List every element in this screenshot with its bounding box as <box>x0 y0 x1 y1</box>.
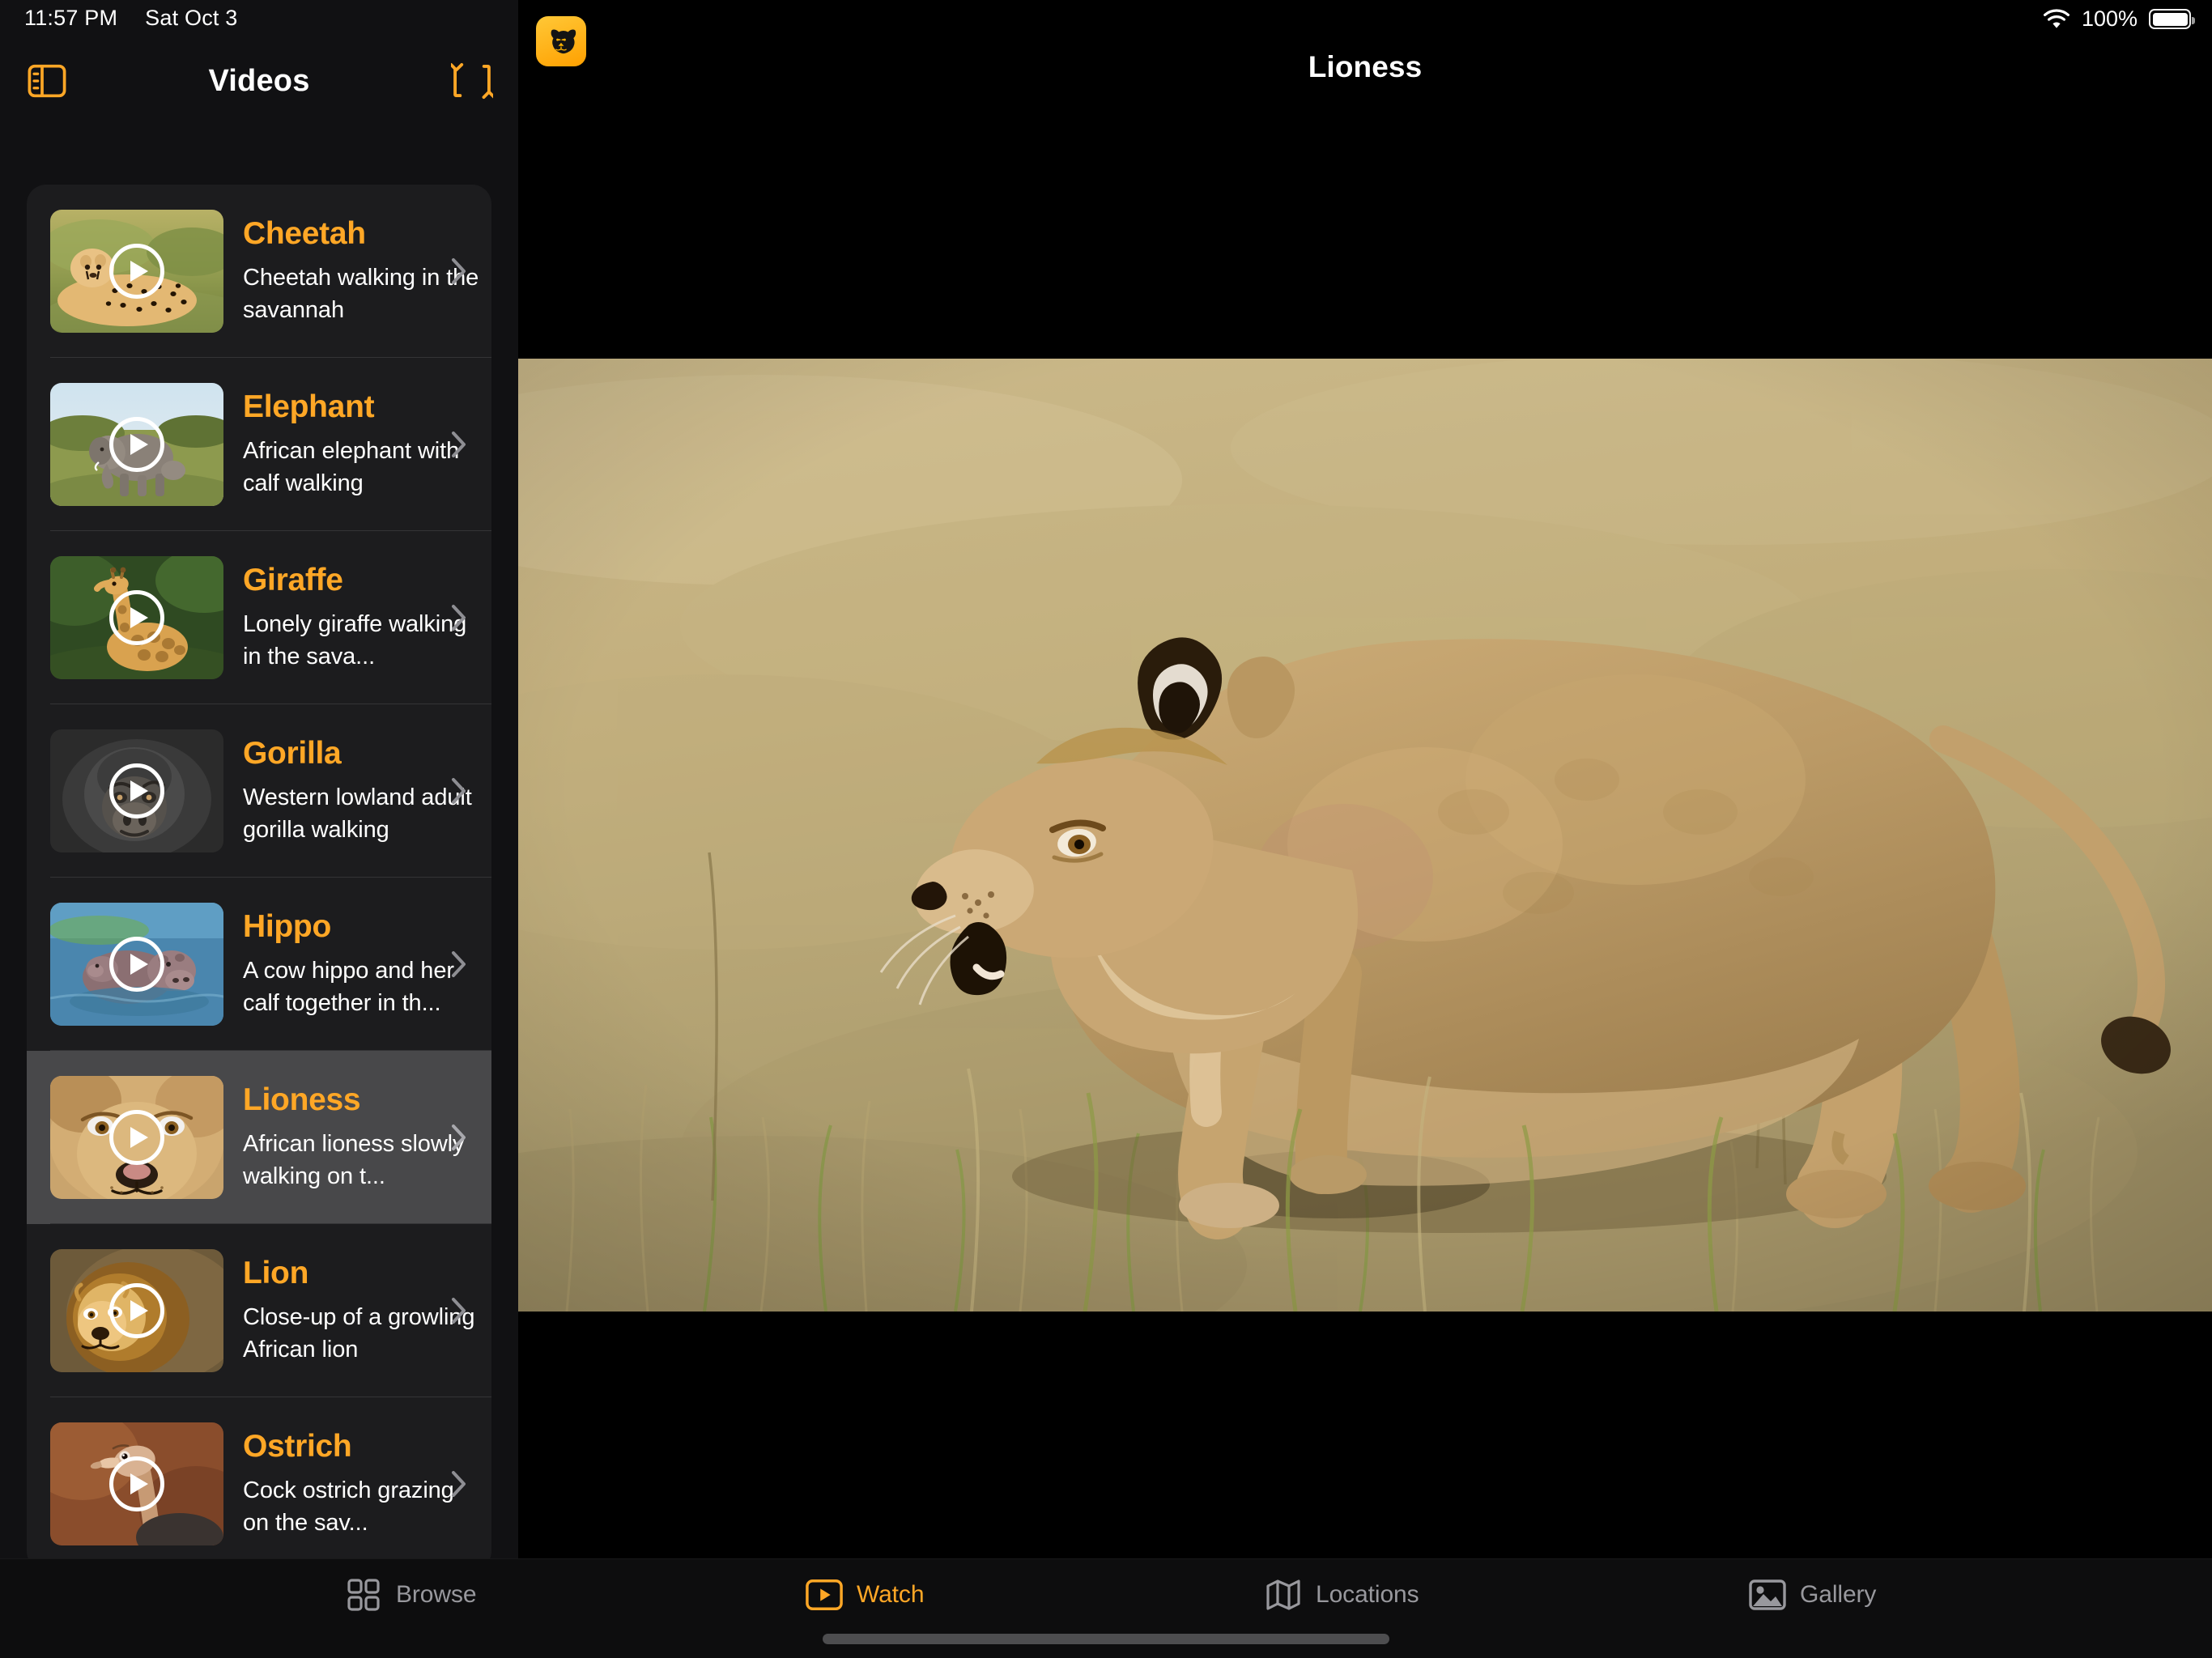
sidebar-header: Videos <box>0 42 518 120</box>
lioness-thumbnail[interactable] <box>50 1076 223 1199</box>
list-item-title: Giraffe <box>243 563 343 598</box>
lion-thumbnail[interactable] <box>50 1249 223 1372</box>
play-icon[interactable] <box>109 1283 164 1338</box>
lioness-video-player[interactable] <box>518 359 2212 1312</box>
list-item[interactable]: Lioness African lioness slowly walking o… <box>27 1051 491 1224</box>
play-icon[interactable] <box>109 763 164 818</box>
list-item[interactable]: Ostrich Cock ostrich grazing on the sav.… <box>27 1397 491 1558</box>
tab-label: Locations <box>1316 1581 1419 1608</box>
list-item-description: Cock ostrich grazing on the sav... <box>243 1477 454 1536</box>
ostrich-thumbnail[interactable] <box>50 1422 223 1545</box>
play-icon[interactable] <box>109 244 164 299</box>
list-item-description: African elephant with calf walking <box>243 437 460 496</box>
cheetah-thumbnail[interactable] <box>50 210 223 333</box>
list-item[interactable]: Hippo A cow hippo and her calf together … <box>27 878 491 1051</box>
play-icon[interactable] <box>109 1456 164 1511</box>
detail-pane: Lioness <box>518 0 2212 1658</box>
chevron-right-icon <box>451 431 467 458</box>
video-list-card: Cheetah Cheetah walking in the savannah <box>27 185 491 1558</box>
status-date: Sat Oct 3 <box>145 6 238 30</box>
list-item-title: Lion <box>243 1256 309 1291</box>
list-item-title: Cheetah <box>243 216 366 252</box>
tab-label: Browse <box>396 1581 477 1608</box>
status-time: 11:57 PM <box>24 6 118 30</box>
ipad-screen: 11:57 PM Sat Oct 3 100% Videos Cheetah C… <box>0 0 2212 1658</box>
refresh-button[interactable] <box>449 57 496 104</box>
detail-title: Lioness <box>1308 50 1423 83</box>
list-item-description: A cow hippo and her calf together in th.… <box>243 957 454 1016</box>
wifi-icon <box>2043 8 2070 30</box>
chevron-right-icon <box>451 1124 467 1151</box>
tab-browse[interactable]: Browse <box>345 1576 477 1613</box>
status-bar-left: 11:57 PM Sat Oct 3 <box>24 6 238 31</box>
photo-icon <box>1749 1576 1786 1613</box>
play-icon[interactable] <box>109 1110 164 1165</box>
list-item[interactable]: Lion Close-up of a growling African lion <box>27 1224 491 1397</box>
list-item-title: Ostrich <box>243 1429 352 1465</box>
list-item-description: Western lowland adult gorilla walking <box>243 784 472 843</box>
tab-label: Gallery <box>1800 1581 1877 1608</box>
list-item[interactable]: Giraffe Lonely giraffe walking in the sa… <box>27 531 491 704</box>
list-item-title: Hippo <box>243 909 331 945</box>
list-item-title: Gorilla <box>243 736 342 772</box>
giraffe-thumbnail[interactable] <box>50 556 223 679</box>
chevron-right-icon <box>451 1470 467 1498</box>
list-item[interactable]: Cheetah Cheetah walking in the savannah <box>27 185 491 358</box>
play-rect-icon <box>806 1576 843 1613</box>
play-icon[interactable] <box>109 590 164 645</box>
chevron-right-icon <box>451 257 467 285</box>
chevron-right-icon <box>451 950 467 978</box>
list-item-description: Cheetah walking in the savannah <box>243 264 479 323</box>
gorilla-thumbnail[interactable] <box>50 729 223 852</box>
list-item-title: Elephant <box>243 389 375 425</box>
chevron-right-icon <box>451 1297 467 1324</box>
battery-full-icon <box>2149 9 2195 29</box>
chevron-right-icon <box>451 777 467 805</box>
elephant-thumbnail[interactable] <box>50 383 223 506</box>
tab-locations[interactable]: Locations <box>1265 1576 1419 1613</box>
tab-bar: Browse Watch Locations Gallery <box>0 1558 2212 1658</box>
list-item-description: African lioness slowly walking on t... <box>243 1130 465 1189</box>
sidebar-title: Videos <box>208 63 310 98</box>
grid-icon <box>345 1576 382 1613</box>
play-icon[interactable] <box>109 417 164 472</box>
list-item-title: Lioness <box>243 1082 361 1118</box>
play-icon[interactable] <box>109 937 164 992</box>
sidebar: Videos Cheetah Cheetah walking in the sa… <box>0 0 518 1558</box>
hippo-thumbnail[interactable] <box>50 903 223 1026</box>
video-list-scroll[interactable]: Cheetah Cheetah walking in the savannah <box>0 120 518 1558</box>
battery-percent: 100% <box>2081 6 2138 31</box>
tab-label: Watch <box>857 1581 925 1608</box>
chevron-right-icon <box>451 604 467 631</box>
home-indicator[interactable] <box>823 1634 1389 1644</box>
list-item-description: Close-up of a growling African lion <box>243 1303 475 1363</box>
refresh-arrows-icon <box>451 62 493 100</box>
list-item[interactable]: Elephant African elephant with calf walk… <box>27 358 491 531</box>
map-icon <box>1265 1576 1302 1613</box>
tab-gallery[interactable]: Gallery <box>1749 1576 1876 1613</box>
status-bar: 11:57 PM Sat Oct 3 100% <box>0 0 2212 42</box>
status-bar-right: 100% <box>2043 6 2195 32</box>
list-item[interactable]: Gorilla Western lowland adult gorilla wa… <box>27 704 491 878</box>
list-item-description: Lonely giraffe walking in the sava... <box>243 610 467 670</box>
tab-watch[interactable]: Watch <box>806 1576 925 1613</box>
